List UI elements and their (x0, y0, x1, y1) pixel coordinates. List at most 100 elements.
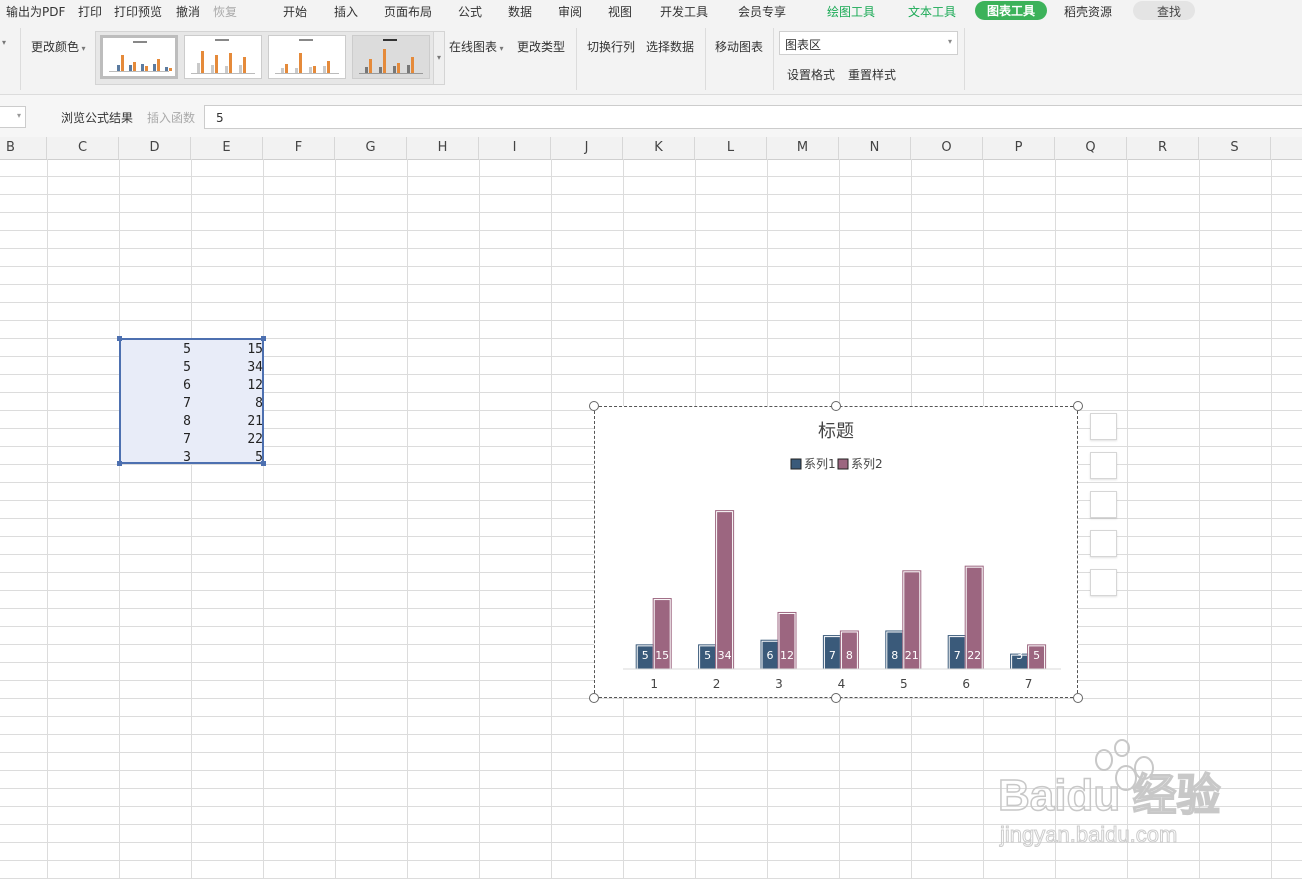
chart-resize-handle[interactable] (589, 401, 599, 411)
formula-input[interactable]: 5 (204, 105, 1302, 129)
chart-settings-button[interactable] (1090, 530, 1117, 557)
change-type-button[interactable]: 更改类型 (517, 38, 565, 55)
move-chart-button[interactable]: 移动图表 (715, 38, 763, 55)
switch-row-col-button[interactable]: 切换行列 (587, 38, 635, 55)
range-cell[interactable]: 21 (193, 413, 263, 431)
chart-resize-handle[interactable] (589, 693, 599, 703)
divider (773, 28, 774, 90)
range-handle[interactable] (261, 461, 266, 466)
gallery-more-icon[interactable]: ▾ (433, 32, 444, 84)
search-box[interactable]: 查找 (1133, 1, 1195, 20)
divider (705, 28, 706, 90)
column-header-o[interactable]: O (911, 137, 983, 159)
chevron-down-icon[interactable]: ▾ (2, 38, 6, 47)
tab-drawing-tools[interactable]: 绘图工具 (827, 3, 875, 20)
column-header-p[interactable]: P (983, 137, 1055, 159)
chart-more-button[interactable] (1090, 569, 1117, 596)
column-header-n[interactable]: N (839, 137, 911, 159)
chart-elements-button[interactable] (1090, 413, 1117, 440)
x-tick-label: 5 (900, 677, 908, 691)
column-header-b[interactable]: B (0, 137, 47, 159)
range-cell[interactable]: 8 (193, 395, 263, 413)
baidu-watermark: Baidu 经验 jingyan.baidu.com (997, 738, 1238, 858)
tab-review[interactable]: 审阅 (558, 3, 582, 20)
tab-start[interactable]: 开始 (283, 3, 307, 20)
change-color-button[interactable]: 更改颜色 ▾ (31, 38, 86, 55)
legend-label: 系列2 (851, 457, 883, 471)
legend-swatch (790, 458, 802, 470)
chart-styles-button[interactable] (1090, 452, 1117, 479)
tab-page-layout[interactable]: 页面布局 (384, 3, 432, 20)
column-header-i[interactable]: I (479, 137, 551, 159)
range-cell[interactable]: 5 (121, 359, 191, 377)
range-cell[interactable]: 15 (193, 341, 263, 359)
chart-bars: 5 15 5 34 6 12 7 8 8 21 7 22 3 5 (635, 510, 1047, 670)
menu-redo[interactable]: 恢复 (213, 3, 237, 20)
range-cell[interactable]: 34 (193, 359, 263, 377)
range-cell[interactable]: 5 (193, 449, 263, 467)
chart-resize-handle[interactable] (831, 401, 841, 411)
chart-legend[interactable]: 系列1 系列2 (790, 457, 883, 471)
column-header-f[interactable]: F (263, 137, 335, 159)
range-cell[interactable]: 5 (121, 341, 191, 359)
tab-text-tools[interactable]: 文本工具 (908, 3, 956, 20)
column-header-j[interactable]: J (551, 137, 623, 159)
column-header-s[interactable]: S (1199, 137, 1271, 159)
column-header-e[interactable]: E (191, 137, 263, 159)
select-data-button[interactable]: 选择数据 (646, 38, 694, 55)
column-header-c[interactable]: C (47, 137, 119, 159)
insert-function-button[interactable]: 插入函数 (147, 109, 195, 126)
chart-style-1[interactable] (100, 35, 178, 79)
range-handle[interactable] (261, 336, 266, 341)
tab-member[interactable]: 会员专享 (738, 3, 786, 20)
chart-style-3[interactable] (268, 35, 346, 79)
tab-developer[interactable]: 开发工具 (660, 3, 708, 20)
column-header-l[interactable]: L (695, 137, 767, 159)
column-header-r[interactable]: R (1127, 137, 1199, 159)
chart-resize-handle[interactable] (831, 693, 841, 703)
column-header-d[interactable]: D (119, 137, 191, 159)
column-header-h[interactable]: H (407, 137, 479, 159)
range-cell[interactable]: 22 (193, 431, 263, 449)
search-label: 查找 (1157, 5, 1182, 19)
online-chart-button[interactable]: 在线图表 ▾ (449, 38, 504, 55)
tab-chart-tools[interactable]: 图表工具 (975, 1, 1048, 20)
range-cell[interactable]: 7 (121, 431, 191, 449)
chart-style-2[interactable] (184, 35, 262, 79)
range-cell[interactable]: 7 (121, 395, 191, 413)
chart-resize-handle[interactable] (1073, 693, 1083, 703)
range-cell[interactable]: 3 (121, 449, 191, 467)
column-header-m[interactable]: M (767, 137, 839, 159)
range-cell[interactable]: 8 (121, 413, 191, 431)
name-box[interactable]: ▾ (0, 106, 26, 128)
range-cell[interactable]: 6 (121, 377, 191, 395)
tab-insert[interactable]: 插入 (334, 3, 358, 20)
chart-element-select[interactable]: 图表区 ▾ (779, 31, 958, 55)
chart-filter-button[interactable] (1090, 491, 1117, 518)
range-handle[interactable] (117, 336, 122, 341)
range-cell[interactable]: 12 (193, 377, 263, 395)
set-format-button[interactable]: 设置格式 (787, 66, 835, 83)
range-handle[interactable] (117, 461, 122, 466)
tab-formula[interactable]: 公式 (458, 3, 482, 20)
menu-print-preview[interactable]: 打印预览 (114, 3, 162, 20)
tab-data[interactable]: 数据 (508, 3, 532, 20)
browse-formula-result[interactable]: 浏览公式结果 (61, 109, 133, 126)
column-header-q[interactable]: Q (1055, 137, 1127, 159)
chart-resize-handle[interactable] (1073, 401, 1083, 411)
reset-style-button[interactable]: 重置样式 (848, 66, 896, 83)
menu-undo[interactable]: 撤消 (176, 3, 200, 20)
column-header-k[interactable]: K (623, 137, 695, 159)
menu-export-pdf[interactable]: 输出为PDF (6, 3, 65, 20)
menu-print[interactable]: 打印 (78, 3, 102, 20)
formula-bar: ▾ 浏览公式结果 插入函数 5 (0, 95, 1302, 137)
bar-series-2[interactable] (716, 511, 734, 670)
chart-style-4[interactable] (352, 35, 430, 79)
selected-range[interactable]: 5 5 6 7 8 7 3 15 34 12 8 21 22 5 (119, 338, 264, 467)
chart-title[interactable]: 标题 (818, 421, 854, 442)
column-header-g[interactable]: G (335, 137, 407, 159)
data-label: 5 (704, 649, 711, 662)
tab-view[interactable]: 视图 (608, 3, 632, 20)
tab-docer-resources[interactable]: 稻壳资源 (1064, 3, 1112, 20)
chart-area[interactable]: 标题 系列1 系列2 5 15 5 34 6 12 7 8 8 21 7 22 3 5 1234567 (594, 406, 1078, 698)
